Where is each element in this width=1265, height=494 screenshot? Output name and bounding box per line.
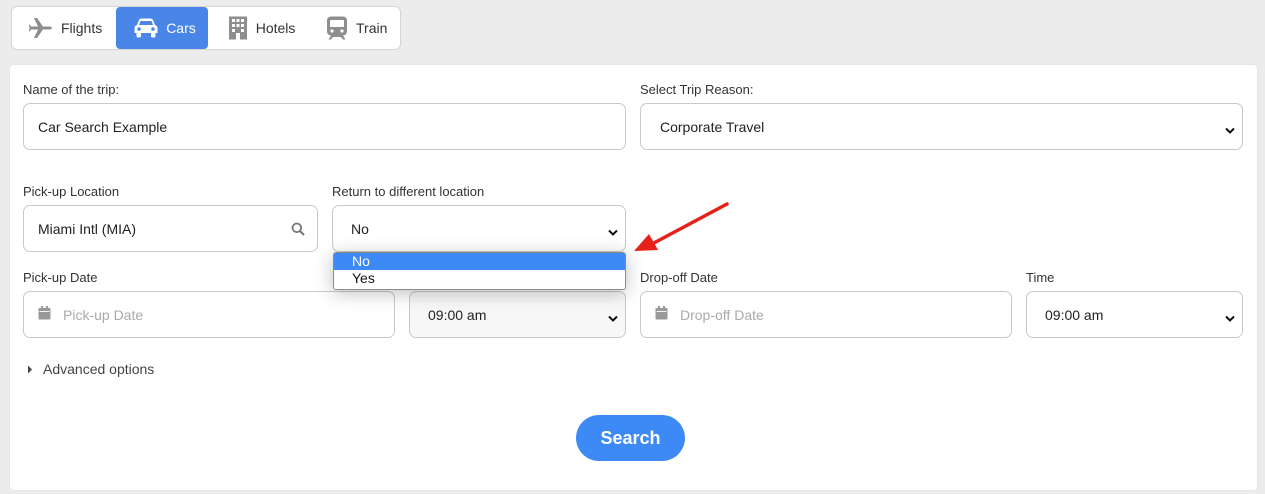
chevron-down-icon [608, 224, 618, 240]
pickup-date-placeholder: Pick-up Date [63, 306, 144, 323]
annotation-arrow-icon [634, 202, 729, 251]
trip-reason-select[interactable]: Corporate Travel [640, 103, 1243, 150]
tab-label: Cars [166, 20, 196, 36]
tab-flights[interactable]: Flights [17, 7, 116, 49]
trip-reason-value: Corporate Travel [660, 118, 765, 135]
tab-hotels[interactable]: Hotels [208, 7, 310, 49]
tab-label: Hotels [255, 20, 296, 36]
tab-cars[interactable]: Cars [116, 7, 208, 49]
dropoff-date-input[interactable]: Drop-off Date [640, 291, 1012, 338]
dropoff-time-select[interactable]: 09:00 am [1026, 291, 1243, 338]
chevron-down-icon [1225, 122, 1235, 138]
pickup-date-input[interactable]: Pick-up Date [23, 291, 395, 338]
pickup-location-label: Pick-up Location [23, 184, 120, 199]
search-icon[interactable] [291, 222, 305, 239]
caret-right-icon [27, 361, 33, 377]
return-location-label: Return to different location [332, 184, 485, 199]
dropdown-option-yes[interactable]: Yes [334, 270, 625, 287]
dropoff-time-value: 09:00 am [1045, 306, 1104, 323]
pickup-location-value: Miami Intl (MIA) [38, 220, 136, 237]
trip-name-label: Name of the trip: [23, 82, 120, 97]
tab-label: Train [356, 20, 388, 36]
chevron-down-icon [608, 310, 618, 326]
trip-reason-label: Select Trip Reason: [640, 82, 754, 97]
car-icon [134, 18, 158, 38]
return-location-select[interactable]: No [332, 205, 626, 252]
tab-train[interactable]: Train [310, 7, 396, 49]
car-search-form: Name of the trip: Car Search Example Sel… [10, 65, 1257, 490]
building-icon [228, 16, 248, 40]
pickup-time-value: 09:00 am [428, 306, 487, 323]
dropdown-option-no[interactable]: No [334, 253, 625, 270]
advanced-options-label: Advanced options [43, 361, 155, 377]
dropoff-date-label: Drop-off Date [640, 270, 718, 285]
trip-name-value: Car Search Example [38, 118, 168, 135]
advanced-options-toggle[interactable]: Advanced options [27, 361, 154, 377]
return-location-dropdown: No Yes [333, 252, 626, 290]
train-icon [326, 16, 348, 40]
return-location-value: No [351, 220, 369, 237]
pickup-location-input[interactable]: Miami Intl (MIA) [23, 205, 318, 252]
trip-name-input[interactable]: Car Search Example [23, 103, 626, 150]
calendar-icon [38, 306, 51, 323]
dropoff-date-placeholder: Drop-off Date [680, 306, 764, 323]
search-button[interactable]: Search [576, 415, 685, 461]
dropoff-time-label: Time [1026, 270, 1055, 285]
travel-type-tabs: Flights Cars Hotels Train [11, 6, 401, 50]
pickup-time-select[interactable]: 09:00 am [409, 291, 626, 338]
tab-label: Flights [61, 20, 103, 36]
pickup-date-label: Pick-up Date [23, 270, 98, 285]
calendar-icon [655, 306, 668, 323]
airplane-icon [29, 17, 53, 39]
chevron-down-icon [1225, 310, 1235, 326]
